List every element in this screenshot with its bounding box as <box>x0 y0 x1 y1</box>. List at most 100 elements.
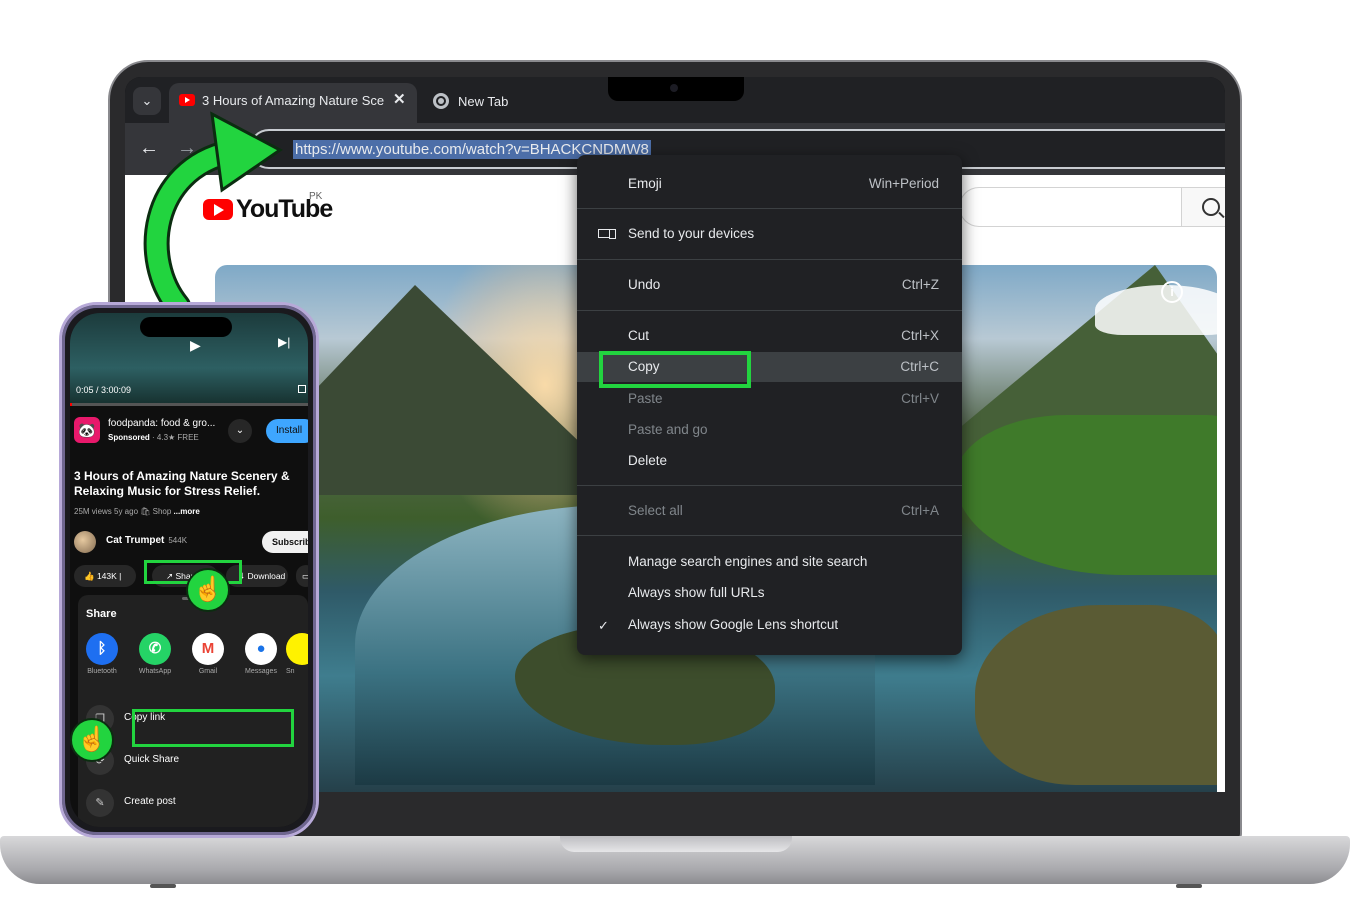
menu-item-cut[interactable]: Cut Ctrl+X <box>577 321 962 351</box>
share-app-snapchat[interactable]: Sn <box>286 633 308 675</box>
menu-item-label: Emoji <box>628 176 662 191</box>
menu-item-label: Cut <box>628 328 650 343</box>
ad-rating: · 4.3★ FREE <box>149 433 199 442</box>
menu-divider <box>577 310 962 311</box>
share-app-bluetooth[interactable]: ᛒ Bluetooth <box>80 633 124 675</box>
ad-meta: Sponsored · 4.3★ FREE <box>108 433 199 442</box>
tab-title: New Tab <box>458 93 509 109</box>
snapchat-icon <box>286 633 308 665</box>
like-button[interactable]: 👍 143K | <box>74 565 136 587</box>
more-link[interactable]: ...more <box>174 507 200 516</box>
info-icon[interactable]: i <box>1161 281 1183 303</box>
play-icon[interactable]: ▶ <box>190 337 201 354</box>
subscriber-count: 544K <box>168 536 188 545</box>
video-scenery <box>975 605 1217 785</box>
search-input[interactable] <box>959 187 1181 227</box>
tab-new-tab[interactable]: New Tab <box>433 91 508 111</box>
tab-title: 3 Hours of Amazing Nature Sce <box>202 93 384 108</box>
subscribe-button[interactable]: Subscribe <box>262 531 308 553</box>
edit-icon: ✎ <box>86 789 114 817</box>
playback-time: 0:05 / 3:00:09 <box>76 385 132 395</box>
menu-item-shortcut: Ctrl+Z <box>901 277 939 292</box>
share-app-label: Messages <box>245 668 277 675</box>
menu-item-shortcut: Ctrl+V <box>901 391 939 406</box>
ad-card[interactable]: 🐼 foodpanda: food & gro... Sponsored · 4… <box>70 413 308 449</box>
row-label: Quick Share <box>124 754 180 765</box>
menu-divider <box>577 259 962 260</box>
copy-link-highlight-box <box>132 709 294 747</box>
camera-icon <box>670 84 678 92</box>
share-app-label: Bluetooth <box>87 668 117 675</box>
avatar[interactable] <box>74 531 96 553</box>
menu-item-label: Paste and go <box>628 422 708 437</box>
fullscreen-icon[interactable] <box>298 385 306 393</box>
menu-item-label: Always show Google Lens shortcut <box>628 617 839 632</box>
video-title: 3 Hours of Amazing Nature Scenery & Rela… <box>74 469 290 498</box>
share-app-gmail[interactable]: M Gmail <box>186 633 230 675</box>
laptop-foot <box>1176 884 1202 888</box>
menu-item-emoji[interactable]: Emoji Win+Period <box>577 169 962 199</box>
menu-item-label: Delete <box>628 453 668 468</box>
row-label: Create post <box>124 796 176 807</box>
ad-title: foodpanda: food & gro... <box>108 418 216 429</box>
bookmark-icon: ▭ <box>296 571 308 581</box>
menu-item-label: Manage search engines and site search <box>628 554 868 569</box>
channel-name[interactable]: Cat Trumpet 544K <box>106 535 187 546</box>
video-meta[interactable]: 25M views 5y ago 🛍 Shop ...more <box>74 507 200 516</box>
save-button[interactable]: ▭ <box>296 565 308 587</box>
close-icon[interactable]: ✕ <box>393 90 406 108</box>
share-app-label: Sn <box>286 668 295 675</box>
menu-item-undo[interactable]: Undo Ctrl+Z <box>577 270 962 300</box>
camera-notch <box>608 77 744 101</box>
chevron-down-icon[interactable]: ⌄ <box>228 419 252 443</box>
menu-divider <box>577 208 962 209</box>
menu-item-shortcut: Win+Period <box>868 176 939 191</box>
copy-highlight-box <box>599 351 751 388</box>
menu-item-paste[interactable]: Paste Ctrl+V <box>577 384 962 414</box>
share-app-messages[interactable]: ● Messages <box>239 633 283 675</box>
next-icon[interactable]: ▶| <box>278 335 290 349</box>
share-sheet-title: Share <box>86 608 117 620</box>
menu-item-send-to-devices[interactable]: Send to your devices <box>577 219 962 249</box>
menu-item-shortcut: Ctrl+C <box>900 359 939 374</box>
menu-item-delete[interactable]: Delete <box>577 446 962 476</box>
menu-item-paste-and-go[interactable]: Paste and go <box>577 415 962 445</box>
progress-bar[interactable] <box>70 403 308 406</box>
context-menu: Emoji Win+Period Send to your devices Un… <box>577 155 962 655</box>
menu-divider <box>577 535 962 536</box>
menu-item-shortcut: Ctrl+X <box>901 328 939 343</box>
menu-item-select-all[interactable]: Select all Ctrl+A <box>577 496 962 526</box>
mobile-video-player[interactable]: ▶ ▶| 0:05 / 3:00:09 <box>70 313 308 405</box>
bluetooth-icon: ᛒ <box>86 633 118 665</box>
menu-item-label: Always show full URLs <box>628 585 765 600</box>
share-app-whatsapp[interactable]: ✆ WhatsApp <box>133 633 177 675</box>
video-scenery <box>1095 285 1217 335</box>
progress-fill <box>70 403 72 406</box>
menu-divider <box>577 485 962 486</box>
create-post-row[interactable]: ✎ Create post <box>78 785 308 821</box>
gmail-icon: M <box>192 633 224 665</box>
laptop-groove <box>560 836 792 852</box>
channel-name-text: Cat Trumpet <box>106 535 165 546</box>
curved-arrow-icon <box>143 111 283 310</box>
menu-item-always-show-full-urls[interactable]: Always show full URLs <box>577 578 962 608</box>
laptop-foot <box>150 884 176 888</box>
share-app-label: Gmail <box>198 668 218 675</box>
chrome-icon <box>433 93 449 109</box>
tap-hand-icon: ☝ <box>70 718 114 762</box>
youtube-icon <box>179 94 195 106</box>
devices-icon <box>598 229 616 239</box>
search-icon <box>1202 198 1220 216</box>
messages-icon: ● <box>245 633 277 665</box>
video-scenery <box>955 415 1217 575</box>
search-button[interactable] <box>1181 187 1225 227</box>
menu-item-manage-search-engines[interactable]: Manage search engines and site search <box>577 547 962 577</box>
quick-share-row[interactable]: ⟳ Quick Share <box>78 743 308 779</box>
share-app-label: WhatsApp <box>138 668 172 675</box>
install-button[interactable]: Install <box>266 419 308 443</box>
country-code: PK <box>309 191 323 202</box>
tap-hand-icon: ☝ <box>186 568 230 612</box>
menu-item-shortcut: Ctrl+A <box>901 503 939 518</box>
menu-item-google-lens-shortcut[interactable]: ✓ Always show Google Lens shortcut <box>577 610 962 640</box>
video-meta-text: 25M views 5y ago 🛍 Shop <box>74 507 174 516</box>
